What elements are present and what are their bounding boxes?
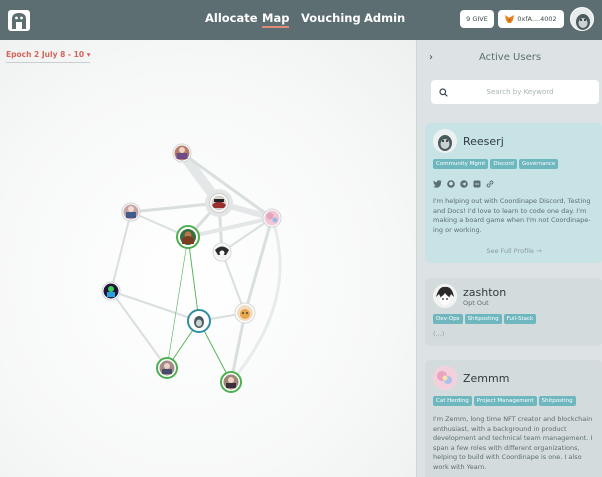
active-users-panel: › Active Users Reeserj [416,40,602,477]
user-bio: I'm helping out with Coordinape Discord,… [433,197,591,234]
graph-edge [110,211,132,292]
ape-avatar-icon [433,129,457,153]
user-card-zashton[interactable]: zashton Opt Out Dev-Ops Shitposting Full… [425,278,602,346]
anime-avatar-icon [433,284,457,308]
user-name: Reeserj [463,134,504,148]
skill-tag: Community Mgmt [433,159,489,169]
graph-node[interactable] [262,208,282,228]
wallet-button[interactable]: 0xfA....4002 [498,10,564,28]
skill-tag: Shitposting [464,314,502,324]
ape-avatar-icon [571,8,593,30]
nav-vouching[interactable]: Vouching [301,11,361,25]
see-full-profile-link[interactable]: See Full Profile → [433,247,595,255]
graph-edge [110,290,200,322]
graph-edge [229,217,282,383]
epoch-dropdown[interactable]: Epoch 2 July 8 - 10 ▾ [6,50,91,63]
search-input[interactable] [455,88,585,96]
chevron-down-icon: ▾ [86,50,91,59]
link-icon[interactable] [485,179,494,188]
graph-node[interactable] [101,281,121,301]
graph-edge [110,290,168,369]
social-links [433,179,595,188]
opt-out-status: Opt Out [463,298,489,307]
graph-node[interactable] [172,143,192,163]
skill-tag: Shitposting [538,396,576,406]
bio-placeholder: (...) [433,330,445,338]
nav-admin[interactable]: Admin [364,11,405,25]
graph-edge-active [187,236,200,322]
skill-tag: Project Management [473,396,537,406]
graph-node[interactable] [220,371,242,393]
telegram-icon[interactable] [459,179,468,188]
avatar [433,284,457,308]
skill-tags: Community Mgmt Discord Governance [433,159,595,169]
wallet-address: 0xfA....4002 [517,15,557,23]
graph-edges [110,150,282,383]
coordinape-logo-icon[interactable] [7,7,31,33]
user-bio: I'm Zemm, long time NFT creator and bloc… [433,415,593,471]
discord-icon[interactable] [472,179,481,188]
user-card-reeserj[interactable]: Reeserj Community Mgmt Discord Governanc… [425,123,602,263]
skill-tag: Cat Herding [433,396,472,406]
search-box[interactable] [431,80,599,104]
avatar [433,129,457,153]
search-icon [431,87,455,97]
skill-tag: Discord [490,159,518,169]
user-name: Zemmm [463,371,510,385]
epoch-label: Epoch 2 July 8 - 10 [6,50,85,59]
graph-node[interactable] [234,302,256,324]
pastel-avatar-icon [433,366,457,390]
graph-node[interactable] [176,225,200,249]
github-icon[interactable] [446,179,455,188]
user-card-zemmm[interactable]: Zemmm Cat Herding Project Management Shi… [425,360,602,477]
panel-title: Active Users [478,52,542,63]
network-graph[interactable] [0,40,416,477]
top-nav-bar: Allocate Map Vouching Admin 9 GIVE 0xfA.… [0,0,602,40]
skill-tag: Full-Stack [503,314,537,324]
give-balance-button[interactable]: 9 GIVE [460,10,494,28]
user-name: zashton [463,285,507,299]
twitter-icon[interactable] [433,179,442,188]
skill-tags: Cat Herding Project Management Shitposti… [433,396,595,406]
graph-edge-active [166,236,189,369]
nav-allocate[interactable]: Allocate [205,11,258,25]
graph-node[interactable] [212,242,232,262]
graph-node[interactable] [156,357,178,379]
skill-tag: Dev-Ops [433,314,463,324]
graph-node-selected[interactable] [187,309,211,333]
graph-edge [243,217,274,314]
graph-node[interactable] [205,189,233,217]
nav-map[interactable]: Map [262,11,290,28]
skill-tag: Governance [519,159,559,169]
metamask-fox-icon [505,15,515,23]
user-avatar[interactable] [570,7,594,31]
skill-tags: Dev-Ops Shitposting Full-Stack [433,314,595,324]
graph-node[interactable] [121,202,141,222]
avatar [433,366,457,390]
